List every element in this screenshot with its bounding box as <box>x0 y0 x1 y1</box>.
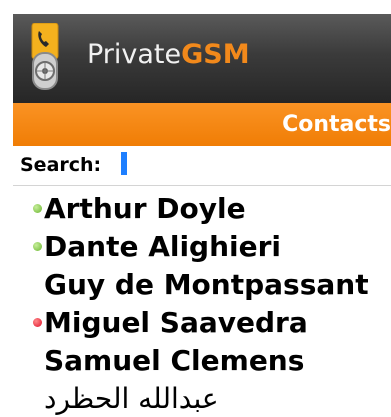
app-header: PrivateGSM <box>13 14 391 103</box>
text-cursor <box>121 152 127 175</box>
busy-status-icon <box>33 318 42 327</box>
contact-item[interactable]: عبدالله الحظرد <box>13 381 391 417</box>
search-label: Search: <box>20 154 102 176</box>
contact-name: عبدالله الحظرد <box>44 382 219 415</box>
contact-item[interactable]: Dante Alighieri <box>13 229 391 267</box>
device-frame: PrivateGSM Contacts Search: Arthur Doyle… <box>0 0 391 417</box>
contact-list: Arthur Doyle Dante Alighieri Guy de Mont… <box>13 191 391 417</box>
contact-name: Miguel Saavedra <box>44 306 308 339</box>
app-brand: PrivateGSM <box>87 38 250 72</box>
contact-name: Samuel Clemens <box>44 344 305 377</box>
online-status-icon <box>33 242 42 251</box>
contact-name: Dante Alighieri <box>44 230 282 263</box>
title-bar: Contacts <box>13 103 391 146</box>
contact-item[interactable]: Miguel Saavedra <box>13 305 391 343</box>
online-status-icon <box>33 204 42 213</box>
search-row: Search: <box>13 146 391 186</box>
contact-item[interactable]: Samuel Clemens <box>13 343 391 381</box>
contact-item[interactable]: Guy de Montpassant <box>13 267 391 305</box>
search-input[interactable] <box>122 150 377 178</box>
contact-name: Arthur Doyle <box>44 192 246 225</box>
phone-lock-icon <box>31 23 59 90</box>
brand-prefix: Private <box>87 39 182 70</box>
contact-name: Guy de Montpassant <box>44 268 369 301</box>
brand-suffix: GSM <box>181 39 250 70</box>
app-screen: PrivateGSM Contacts Search: Arthur Doyle… <box>13 14 391 417</box>
screen-title: Contacts <box>282 112 391 137</box>
contact-item[interactable]: Arthur Doyle <box>13 191 391 229</box>
